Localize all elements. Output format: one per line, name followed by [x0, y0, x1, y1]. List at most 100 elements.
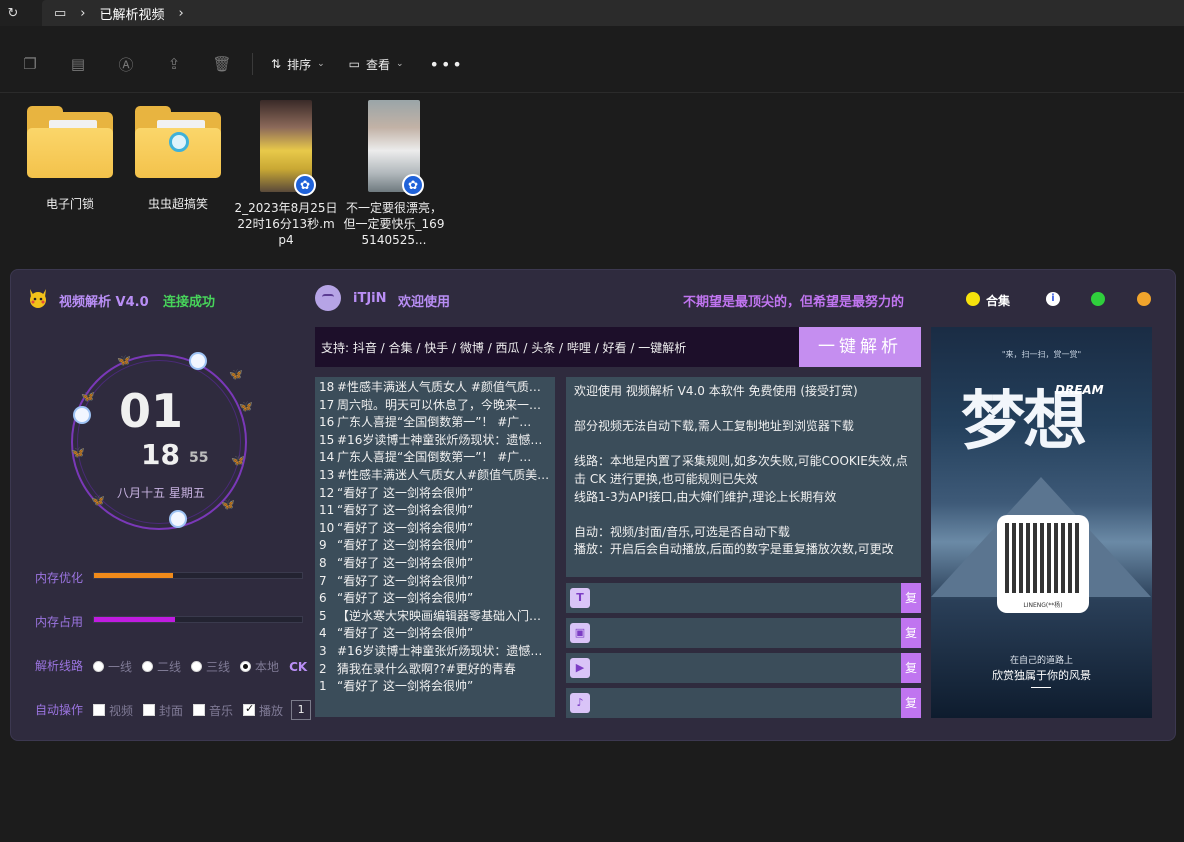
collection-label[interactable]: 合集 — [986, 292, 1010, 309]
copy-button[interactable]: 复 — [901, 688, 921, 718]
memory-usage-label: 内存占用 — [35, 615, 84, 629]
copy-button[interactable]: 复 — [901, 618, 921, 648]
auto-video-label: 视频 — [109, 703, 134, 718]
auto-music-checkbox[interactable] — [193, 704, 206, 716]
poster-tagline: "来，扫一扫，赏一赏" — [1001, 350, 1082, 359]
line-label-local: 本地 — [255, 660, 280, 674]
collection-toggle-icon[interactable] — [966, 292, 980, 306]
line-radio-local[interactable] — [240, 661, 252, 672]
line-radio-2[interactable] — [142, 661, 154, 672]
flower-icon — [191, 354, 205, 368]
history-item[interactable]: 11 “看好了 这一剑将会很帅” — [315, 502, 555, 520]
butterfly-icon: 🦋 — [231, 454, 245, 467]
file-item-video[interactable]: ✿ 2_2023年8月25日22时16分13秒.mp4 — [232, 98, 340, 248]
history-index: 16 — [319, 415, 335, 430]
history-title: 【逆水寒大宋映画编辑器零基础入门… — [337, 608, 542, 623]
output-row[interactable]: T复 — [566, 583, 921, 613]
share-icon[interactable]: ⇪ — [150, 55, 198, 73]
ck-button[interactable]: CK — [289, 660, 307, 674]
history-item[interactable]: 16 广东人喜提“全国倒数第一”！ #广… — [315, 414, 555, 432]
history-item[interactable]: 4 “看好了 这一剑将会很帅” — [315, 625, 555, 643]
more-options-icon[interactable]: ••• — [416, 55, 478, 74]
line-radio-3[interactable] — [191, 661, 203, 672]
video-parser-window: 视频解析 V4.0 连接成功 iTJiN 欢迎使用 不期望是最顶尖的，但希望是最… — [10, 269, 1176, 741]
history-item[interactable]: 12 “看好了 这一剑将会很帅” — [315, 485, 555, 503]
history-index: 14 — [319, 450, 335, 465]
history-index: 1 — [319, 679, 327, 694]
output-row[interactable]: ♪ 复 — [566, 688, 921, 718]
auto-music-label: 音乐 — [209, 703, 234, 718]
butterfly-icon: 🦋 — [229, 368, 243, 381]
file-item-video[interactable]: ✿ 不一定要很漂亮，但一定要快乐_1695140525... — [340, 98, 448, 248]
history-title: “看好了 这一剑将会很帅” — [337, 555, 474, 570]
memory-optimize-fill — [94, 573, 174, 578]
minimize-button[interactable] — [1091, 292, 1105, 306]
history-index: 2 — [319, 661, 327, 676]
line-radio-group: 一线 二线 三线 本地 CK — [93, 658, 307, 675]
history-title: “看好了 这一剑将会很帅” — [337, 626, 474, 641]
memory-optimize-bar — [93, 572, 303, 579]
memory-optimize-label[interactable]: 内存优化 — [35, 569, 83, 586]
auto-label: 自动操作 — [35, 703, 84, 717]
computer-icon[interactable]: ▭ — [54, 6, 66, 21]
history-item[interactable]: 15 #16岁读博士神童张炘炀现状：遗憾… — [315, 432, 555, 450]
history-title: #性感丰满迷人气质女人#颜值气质美… — [337, 467, 550, 482]
history-item[interactable]: 14 广东人喜提“全国倒数第一”！ #广… — [315, 449, 555, 467]
history-item[interactable]: 7 “看好了 这一剑将会很帅” — [315, 573, 555, 591]
copy-button[interactable]: 复 — [901, 583, 921, 613]
auto-cover-label: 封面 — [159, 703, 184, 718]
history-item[interactable]: 6 “看好了 这一剑将会很帅” — [315, 590, 555, 608]
history-list: 18 #性感丰满迷人气质女人 #颜值气质… 17 周六啦。明天可以休息了，今晚来一… 1… — [315, 377, 555, 717]
memory-usage-fill — [94, 617, 176, 622]
history-item[interactable]: 2 猜我在录什么歌啊??#更好的青春 — [315, 661, 555, 679]
info-icon[interactable]: i — [1046, 292, 1060, 306]
play-count-input[interactable]: 1 — [291, 700, 312, 720]
output-row[interactable]: ▶ 复 — [566, 653, 921, 683]
clock-date: 八月十五 星期五 — [117, 486, 205, 500]
pikachu-logo-icon — [30, 289, 46, 308]
sort-label: 排序 — [287, 57, 312, 72]
line-radio-1[interactable] — [93, 661, 104, 672]
history-item[interactable]: 5 【逆水寒大宋映画编辑器零基础入门… — [315, 608, 555, 626]
copy-icon[interactable]: ❐ — [6, 55, 54, 73]
file-name: 2_2023年8月25日22时16分13秒.mp4 — [234, 201, 338, 247]
refresh-icon[interactable]: ↻ — [0, 6, 26, 21]
file-name: 不一定要很漂亮，但一定要快乐_1695140525... — [343, 201, 445, 247]
sort-icon: ⇅ — [271, 57, 282, 71]
file-item-folder[interactable]: 虫虫超搞笑 — [124, 98, 232, 248]
history-title: “看好了 这一剑将会很帅” — [337, 503, 474, 518]
history-item[interactable]: 18 #性感丰满迷人气质女人 #颜值气质… — [315, 379, 555, 397]
parse-button[interactable]: 一键解析 — [799, 327, 921, 367]
history-item[interactable]: 13 #性感丰满迷人气质女人#颜值气质美… — [315, 467, 555, 485]
poster-dream: DREAM — [1055, 383, 1104, 397]
close-button[interactable] — [1137, 292, 1151, 306]
paste-icon[interactable]: ▤ — [54, 55, 102, 73]
output-row[interactable]: ▣ 复 — [566, 618, 921, 648]
auto-video-checkbox[interactable] — [93, 704, 105, 716]
delete-icon[interactable]: 🗑 — [198, 55, 246, 73]
breadcrumb[interactable]: 已解析视频 — [100, 4, 165, 23]
history-item[interactable]: 8 “看好了 这一剑将会很帅” — [315, 555, 555, 573]
history-item[interactable]: 17 周六啦。明天可以休息了，今晚来一… — [315, 397, 555, 415]
history-item[interactable]: 1 “看好了 这一剑将会很帅” — [315, 678, 555, 696]
path-box[interactable]: ▭ › 已解析视频 › — [42, 0, 1184, 26]
history-title: #性感丰满迷人气质女人 #颜值气质… — [337, 380, 541, 394]
history-title: 周六啦。明天可以休息了，今晚来一… — [337, 397, 542, 412]
history-item[interactable]: 9 “看好了 这一剑将会很帅” — [315, 537, 555, 555]
chevron-right-icon[interactable]: › — [179, 6, 184, 21]
auto-cover-checkbox[interactable] — [143, 704, 156, 716]
file-name: 电子门锁 — [45, 197, 94, 211]
url-input[interactable]: 支持: 抖音 / 合集 / 快手 / 微博 / 西瓜 / 头条 / 哔哩 / 好… — [315, 327, 799, 367]
history-title: 猜我在录什么歌啊??#更好的青春 — [337, 661, 516, 676]
rename-icon[interactable]: Ⓐ — [102, 54, 150, 75]
notice-text: 欢迎使用 视频解析 V4.0 本软件 免费使用 (接受打赏) 部分视频无法自动下… — [566, 377, 921, 577]
auto-play-checkbox[interactable] — [243, 702, 256, 716]
view-button[interactable]: ▭ 查看 ⌄ — [337, 49, 416, 79]
avatar[interactable] — [315, 285, 341, 311]
history-item[interactable]: 3 #16岁读博士神童张炘炀现状：遗憾… — [315, 643, 555, 661]
sort-button[interactable]: ⇅ 排序 ⌄ — [259, 49, 337, 79]
chevron-right-icon[interactable]: › — [80, 6, 85, 21]
copy-button[interactable]: 复 — [901, 653, 921, 683]
file-item-folder[interactable]: 电子门锁 — [16, 98, 124, 248]
history-item[interactable]: 10 “看好了 这一剑将会很帅” — [315, 520, 555, 538]
